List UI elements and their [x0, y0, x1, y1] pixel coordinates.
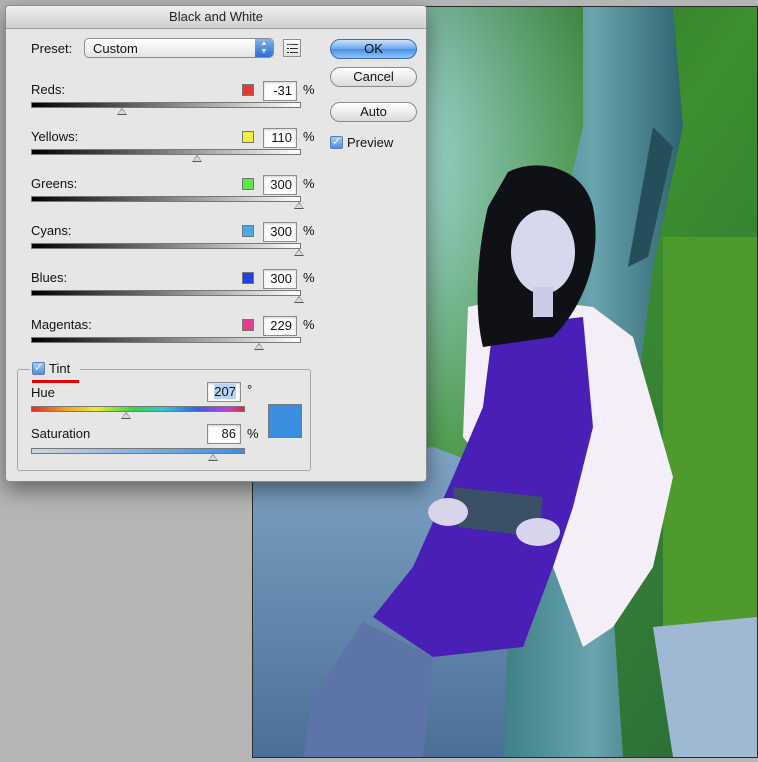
reds-input[interactable]: -31	[263, 81, 297, 101]
greens-input[interactable]: 300	[263, 175, 297, 195]
cyans-track[interactable]	[31, 243, 301, 249]
blues-unit: %	[303, 270, 315, 285]
preset-label: Preset:	[31, 41, 73, 56]
yellows-track[interactable]	[31, 149, 301, 155]
reds-track[interactable]	[31, 102, 301, 108]
magentas-swatch	[242, 319, 254, 331]
black-and-white-dialog: Black and White Preset: Custom ▲ ▼ OK Can…	[5, 5, 427, 482]
greens-label: Greens:	[31, 176, 78, 191]
yellows-label: Yellows:	[31, 129, 79, 144]
tint-color-swatch[interactable]	[268, 404, 302, 438]
yellows-unit: %	[303, 129, 315, 144]
tint-highlight-mark	[32, 380, 79, 383]
cyans-swatch	[242, 225, 254, 237]
cyans-slider-thumb[interactable]	[294, 249, 304, 256]
magentas-unit: %	[303, 317, 315, 332]
cyans-label: Cyans:	[31, 223, 72, 238]
greens-swatch	[242, 178, 254, 190]
preset-select[interactable]: Custom ▲ ▼	[84, 38, 274, 58]
preview-checkbox[interactable]: ✓	[330, 136, 343, 149]
reds-unit: %	[303, 82, 315, 97]
auto-button[interactable]: Auto	[330, 102, 417, 122]
hue-slider-thumb[interactable]	[121, 412, 132, 419]
magentas-label: Magentas:	[31, 317, 92, 332]
blues-track[interactable]	[31, 290, 301, 296]
blues-input[interactable]: 300	[263, 269, 297, 289]
check-icon: ✓	[331, 136, 342, 148]
greens-slider-thumb[interactable]	[294, 202, 304, 209]
saturation-label: Saturation	[31, 426, 91, 441]
hue-unit: °	[247, 382, 253, 397]
magentas-input[interactable]: 229	[263, 316, 297, 336]
preset-options-button[interactable]	[283, 39, 301, 57]
saturation-input[interactable]: 86	[207, 424, 241, 444]
yellows-swatch	[242, 131, 254, 143]
hue-input[interactable]: 207	[207, 382, 241, 402]
hue-value: 207	[214, 384, 236, 399]
yellows-input[interactable]: 110	[263, 128, 297, 148]
saturation-slider-thumb[interactable]	[208, 454, 219, 461]
tint-checkbox[interactable]: ✓	[32, 362, 45, 375]
magentas-slider-thumb[interactable]	[253, 343, 264, 350]
ok-button[interactable]: OK	[330, 39, 417, 59]
cyans-unit: %	[303, 223, 315, 238]
hue-label: Hue	[31, 385, 55, 400]
reds-swatch	[242, 84, 254, 96]
hue-track[interactable]	[31, 406, 245, 412]
blues-slider-thumb[interactable]	[294, 296, 304, 303]
preview-label: Preview	[347, 135, 394, 150]
reds-label: Reds:	[31, 82, 65, 97]
reds-slider-thumb[interactable]	[117, 108, 128, 115]
blues-label: Blues:	[31, 270, 68, 285]
greens-unit: %	[303, 176, 315, 191]
greens-track[interactable]	[31, 196, 301, 202]
saturation-unit: %	[247, 426, 259, 441]
yellows-slider-thumb[interactable]	[192, 155, 203, 162]
preset-value: Custom	[93, 41, 138, 56]
blues-swatch	[242, 272, 254, 284]
tint-label: Tint	[49, 361, 71, 376]
dialog-title: Black and White	[6, 6, 426, 29]
cancel-button[interactable]: Cancel	[330, 67, 417, 87]
check-icon: ✓	[33, 362, 44, 374]
chevron-updown-icon: ▲ ▼	[255, 39, 273, 57]
tint-group	[17, 369, 311, 471]
cyans-input[interactable]: 300	[263, 222, 297, 242]
